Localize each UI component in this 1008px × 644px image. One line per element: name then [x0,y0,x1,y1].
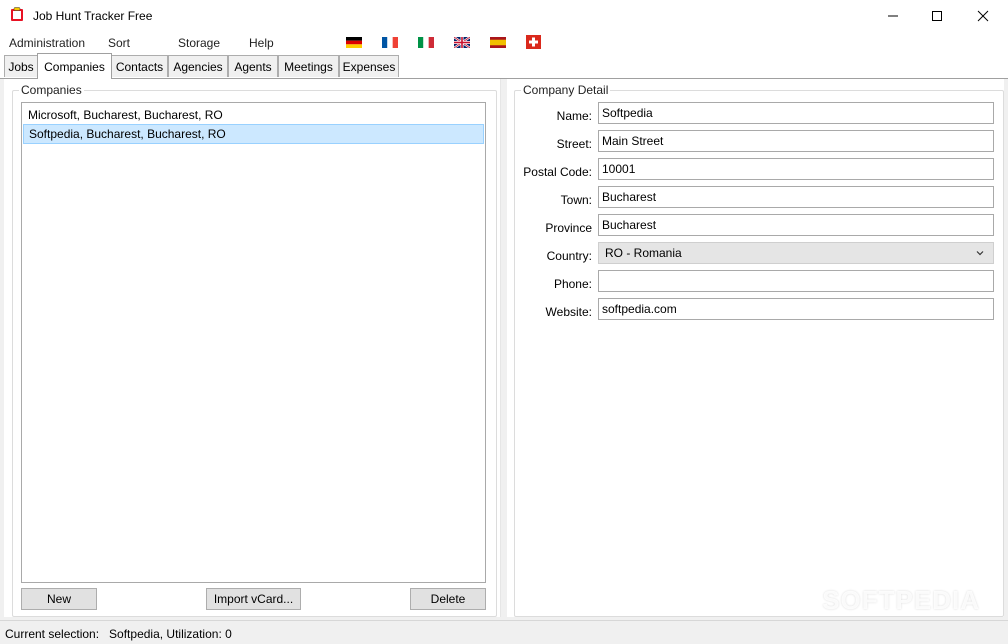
list-item-label: Microsoft, Bucharest, Bucharest, RO [28,108,223,122]
tab-label: Jobs [8,59,34,74]
town-label: Town: [560,193,592,207]
company-detail-group-label: Company Detail [521,83,611,97]
street-label: Street: [556,137,592,151]
tab-label: Contacts [115,59,164,74]
french-flag-icon[interactable] [382,37,398,48]
menu-storage[interactable]: Storage [178,36,220,50]
tab-agencies[interactable]: Agencies [168,55,228,77]
phone-label: Phone: [553,277,592,291]
new-button[interactable]: New [21,588,97,610]
softpedia-watermark: SOFTPEDIA [822,585,980,615]
swiss-flag-icon[interactable] [526,35,541,49]
menu-bar: Administration Sort Storage Help [0,32,1008,53]
title-bar[interactable]: Job Hunt Tracker Free [0,0,1008,32]
street-field[interactable]: Main Street [598,130,994,152]
uk-flag-icon[interactable] [454,37,470,48]
maximize-button[interactable] [914,0,960,32]
province-field[interactable]: Bucharest [598,214,994,236]
companies-list[interactable]: Microsoft, Bucharest, Bucharest, RO Soft… [21,102,486,583]
town-field[interactable]: Bucharest [598,186,994,208]
companies-panel: Companies Microsoft, Bucharest, Buchares… [4,79,500,617]
tab-label: Agents [234,59,272,74]
minimize-button[interactable] [870,0,916,32]
list-item-label: Softpedia, Bucharest, Bucharest, RO [29,127,226,141]
tab-agents[interactable]: Agents [228,55,278,77]
chevron-down-icon [976,251,984,256]
website-label: Website: [545,305,592,319]
minimize-icon [888,15,898,17]
status-text: Current selection: Softpedia, Utilizatio… [5,627,232,641]
tab-label: Agencies [173,59,223,74]
tab-label: Meetings [284,59,333,74]
companies-group-label: Companies [19,83,84,97]
name-field[interactable]: Softpedia [598,102,994,124]
tab-meetings[interactable]: Meetings [278,55,339,77]
delete-button[interactable]: Delete [410,588,486,610]
app-window: Job Hunt Tracker Free Administration Sor… [0,0,1008,644]
german-flag-icon[interactable] [346,37,362,48]
tab-strip: Jobs Companies Contacts Agencies Agents … [0,53,1008,79]
import-vcard-button[interactable]: Import vCard... [206,588,301,610]
country-select[interactable]: RO - Romania [598,242,994,264]
country-select-value: RO - Romania [605,246,682,260]
italian-flag-icon[interactable] [418,37,434,48]
province-label: Province [545,221,592,235]
close-icon [977,10,989,22]
name-label: Name: [556,109,592,123]
maximize-icon [932,11,942,21]
list-item[interactable]: Microsoft, Bucharest, Bucharest, RO [23,106,484,124]
menu-help[interactable]: Help [249,36,274,50]
company-detail-panel: Company Detail Name: Softpedia Street: M… [507,79,1004,617]
country-label: Country: [546,249,592,263]
spanish-flag-icon[interactable] [490,37,506,48]
tab-label: Expenses [342,59,396,74]
postal-code-field[interactable]: 10001 [598,158,994,180]
window-title: Job Hunt Tracker Free [33,9,153,23]
menu-administration[interactable]: Administration [9,36,85,50]
menu-sort[interactable]: Sort [108,36,130,50]
tab-contacts[interactable]: Contacts [111,55,168,77]
status-bar: Current selection: Softpedia, Utilizatio… [0,620,1008,644]
phone-field[interactable] [598,270,994,292]
clipboard-icon [11,7,23,21]
close-button[interactable] [960,0,1006,32]
tab-companies[interactable]: Companies [37,53,112,79]
tab-expenses[interactable]: Expenses [339,55,399,77]
website-field[interactable]: softpedia.com [598,298,994,320]
tab-jobs[interactable]: Jobs [4,55,38,77]
postal-code-label: Postal Code: [523,165,592,179]
list-item-selected[interactable]: Softpedia, Bucharest, Bucharest, RO [23,124,484,144]
tab-label: Companies [44,59,105,74]
